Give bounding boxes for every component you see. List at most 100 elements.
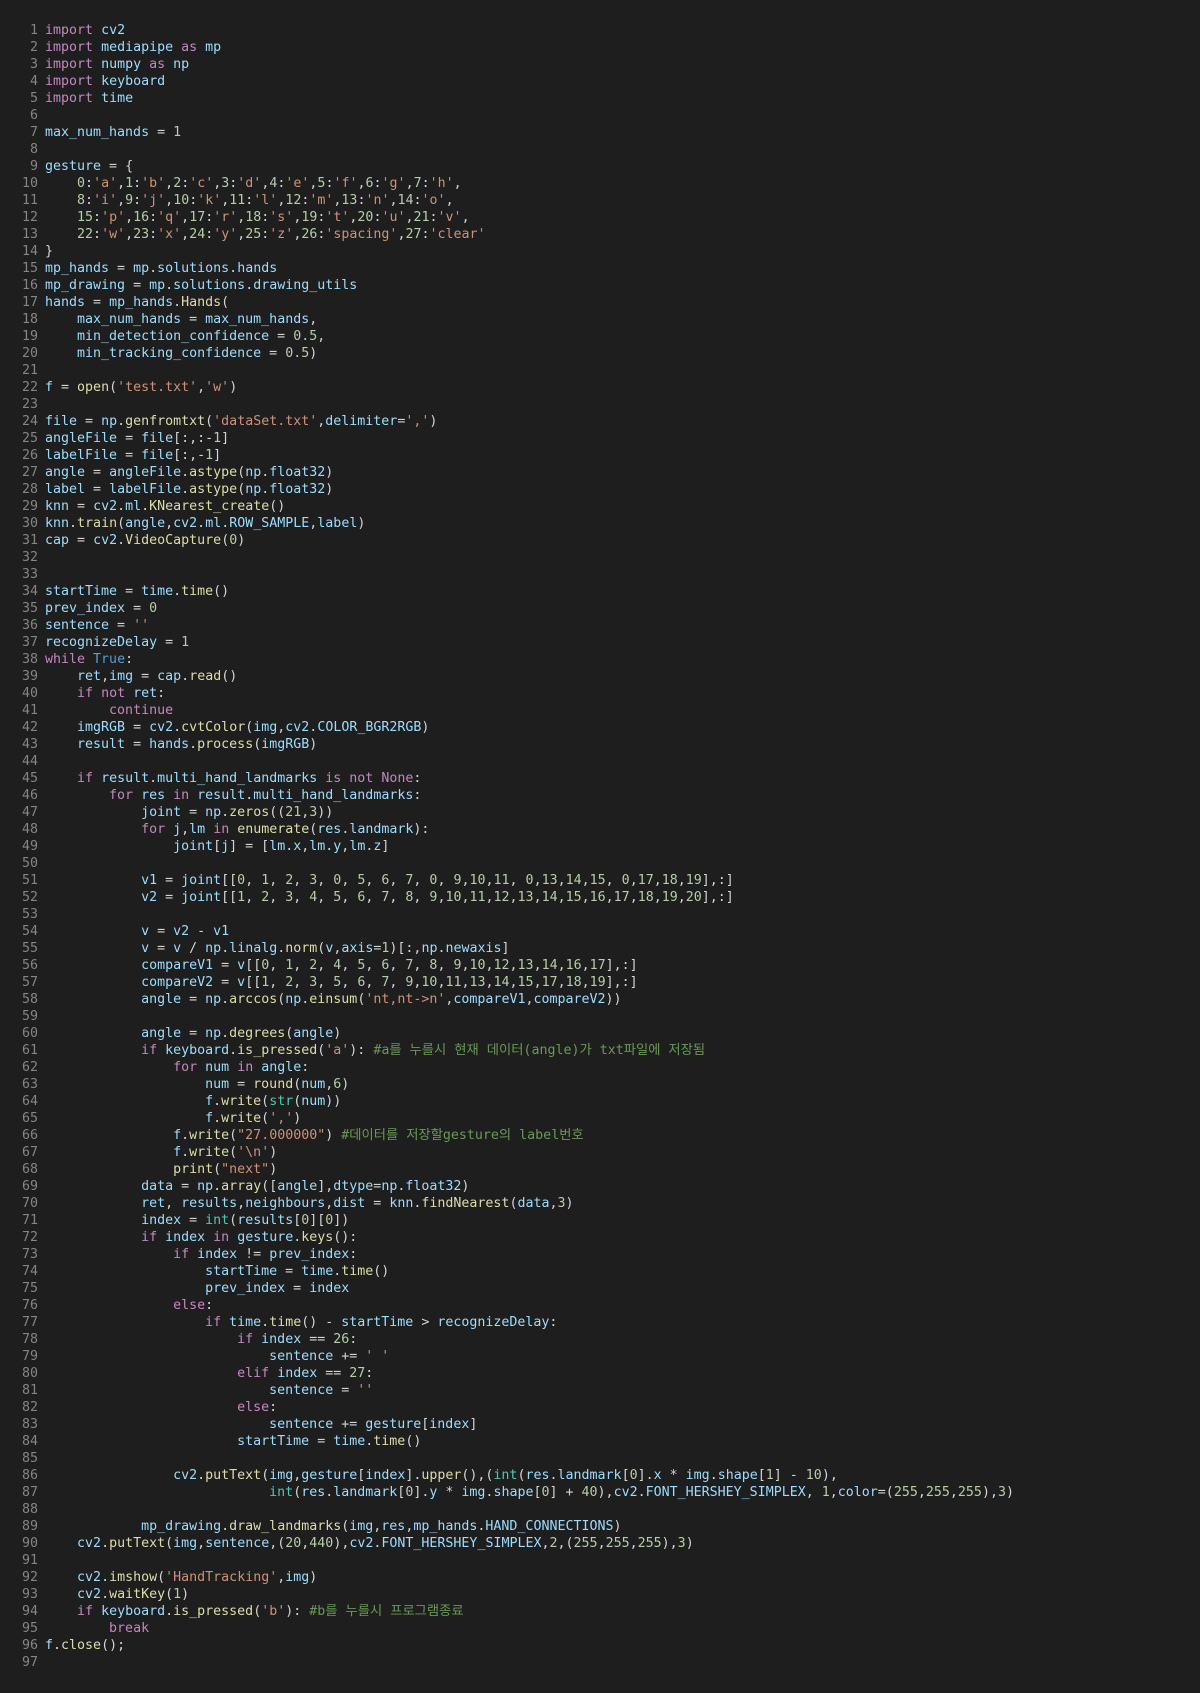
code-line[interactable]: 53 <box>0 906 1200 923</box>
code-line[interactable]: 90 cv2.putText(img,sentence,(20,440),cv2… <box>0 1535 1200 1552</box>
code-line[interactable]: 73 if index != prev_index: <box>0 1246 1200 1263</box>
code-line[interactable]: 32 <box>0 549 1200 566</box>
code-line[interactable]: 45 if result.multi_hand_landmarks is not… <box>0 770 1200 787</box>
code-line[interactable]: 3 import numpy as np <box>0 56 1200 73</box>
code-line[interactable]: 67 f.write('\n') <box>0 1144 1200 1161</box>
code-line[interactable]: 83 sentence += gesture[index] <box>0 1416 1200 1433</box>
code-line[interactable]: 34 startTime = time.time() <box>0 583 1200 600</box>
code-line[interactable]: 18 max_num_hands = max_num_hands, <box>0 311 1200 328</box>
code-line[interactable]: 60 angle = np.degrees(angle) <box>0 1025 1200 1042</box>
code-line[interactable]: 31 cap = cv2.VideoCapture(0) <box>0 532 1200 549</box>
code-line[interactable]: 70 ret, results,neighbours,dist = knn.fi… <box>0 1195 1200 1212</box>
code-line[interactable]: 28 label = labelFile.astype(np.float32) <box>0 481 1200 498</box>
code-line[interactable]: 96 f.close(); <box>0 1637 1200 1654</box>
code-line[interactable]: 64 f.write(str(num)) <box>0 1093 1200 1110</box>
code-line[interactable]: 84 startTime = time.time() <box>0 1433 1200 1450</box>
code-line[interactable]: 88 <box>0 1501 1200 1518</box>
code-line[interactable]: 82 else: <box>0 1399 1200 1416</box>
code-line[interactable]: 21 <box>0 362 1200 379</box>
code-line[interactable]: 59 <box>0 1008 1200 1025</box>
code-line[interactable]: 71 index = int(results[0][0]) <box>0 1212 1200 1229</box>
code-line[interactable]: 69 data = np.array([angle],dtype=np.floa… <box>0 1178 1200 1195</box>
code-line[interactable]: 58 angle = np.arccos(np.einsum('nt,nt->n… <box>0 991 1200 1008</box>
code-line[interactable]: 20 min_tracking_confidence = 0.5) <box>0 345 1200 362</box>
code-line[interactable]: 54 v = v2 - v1 <box>0 923 1200 940</box>
code-line[interactable]: 49 joint[j] = [lm.x,lm.y,lm.z] <box>0 838 1200 855</box>
code-line[interactable]: 46 for res in result.multi_hand_landmark… <box>0 787 1200 804</box>
code-line[interactable]: 81 sentence = '' <box>0 1382 1200 1399</box>
code-line[interactable]: 44 <box>0 753 1200 770</box>
code-line[interactable]: 95 break <box>0 1620 1200 1637</box>
code-line[interactable]: 91 <box>0 1552 1200 1569</box>
code-editor[interactable]: 1 import cv2 2 import mediapipe as mp 3 impor… <box>0 22 1200 1671</box>
code-line[interactable]: 77 if time.time() - startTime > recogniz… <box>0 1314 1200 1331</box>
code-line[interactable]: 63 num = round(num,6) <box>0 1076 1200 1093</box>
code-text: f.close(); <box>38 1637 125 1654</box>
code-line[interactable]: 12 15:'p',16:'q',17:'r',18:'s',19:'t',20… <box>0 209 1200 226</box>
code-line[interactable]: 30 knn.train(angle,cv2.ml.ROW_SAMPLE,labe… <box>0 515 1200 532</box>
code-line[interactable]: 50 <box>0 855 1200 872</box>
code-line[interactable]: 92 cv2.imshow('HandTracking',img) <box>0 1569 1200 1586</box>
code-line[interactable]: 38 while True: <box>0 651 1200 668</box>
code-line[interactable]: 15 mp_hands = mp.solutions.hands <box>0 260 1200 277</box>
code-line[interactable]: 72 if index in gesture.keys(): <box>0 1229 1200 1246</box>
code-line[interactable]: 16 mp_drawing = mp.solutions.drawing_util… <box>0 277 1200 294</box>
code-line[interactable]: 39 ret,img = cap.read() <box>0 668 1200 685</box>
code-line[interactable]: 26 labelFile = file[:,-1] <box>0 447 1200 464</box>
code-line[interactable]: 93 cv2.waitKey(1) <box>0 1586 1200 1603</box>
code-line[interactable]: 75 prev_index = index <box>0 1280 1200 1297</box>
code-line[interactable]: 27 angle = angleFile.astype(np.float32) <box>0 464 1200 481</box>
code-line[interactable]: 10 0:'a',1:'b',2:'c',3:'d',4:'e',5:'f',6… <box>0 175 1200 192</box>
code-line[interactable]: 47 joint = np.zeros((21,3)) <box>0 804 1200 821</box>
code-line[interactable]: 86 cv2.putText(img,gesture[index].upper(… <box>0 1467 1200 1484</box>
code-line[interactable]: 68 print("next") <box>0 1161 1200 1178</box>
code-line[interactable]: 19 min_detection_confidence = 0.5, <box>0 328 1200 345</box>
code-line[interactable]: 80 elif index == 27: <box>0 1365 1200 1382</box>
code-line[interactable]: 79 sentence += ' ' <box>0 1348 1200 1365</box>
code-line[interactable]: 8 <box>0 141 1200 158</box>
code-line[interactable]: 6 <box>0 107 1200 124</box>
code-line[interactable]: 7 max_num_hands = 1 <box>0 124 1200 141</box>
code-line[interactable]: 25 angleFile = file[:,:-1] <box>0 430 1200 447</box>
code-line[interactable]: 9 gesture = { <box>0 158 1200 175</box>
code-line[interactable]: 43 result = hands.process(imgRGB) <box>0 736 1200 753</box>
code-line[interactable]: 74 startTime = time.time() <box>0 1263 1200 1280</box>
code-line[interactable]: 62 for num in angle: <box>0 1059 1200 1076</box>
code-line[interactable]: 29 knn = cv2.ml.KNearest_create() <box>0 498 1200 515</box>
code-line[interactable]: 40 if not ret: <box>0 685 1200 702</box>
code-line[interactable]: 5 import time <box>0 90 1200 107</box>
code-line[interactable]: 57 compareV2 = v[[1, 2, 3, 5, 6, 7, 9,10… <box>0 974 1200 991</box>
code-line[interactable]: 2 import mediapipe as mp <box>0 39 1200 56</box>
code-line[interactable]: 94 if keyboard.is_pressed('b'): #b를 누를시 … <box>0 1603 1200 1620</box>
code-line[interactable]: 11 8:'i',9:'j',10:'k',11:'l',12:'m',13:'… <box>0 192 1200 209</box>
code-line[interactable]: 55 v = v / np.linalg.norm(v,axis=1)[:,np… <box>0 940 1200 957</box>
code-line[interactable]: 66 f.write("27.000000") #데이터를 저장할gesture… <box>0 1127 1200 1144</box>
code-line[interactable]: 13 22:'w',23:'x',24:'y',25:'z',26:'spaci… <box>0 226 1200 243</box>
code-line[interactable]: 85 <box>0 1450 1200 1467</box>
code-line[interactable]: 78 if index == 26: <box>0 1331 1200 1348</box>
code-line[interactable]: 97 <box>0 1654 1200 1671</box>
code-line[interactable]: 52 v2 = joint[[1, 2, 3, 4, 5, 6, 7, 8, 9… <box>0 889 1200 906</box>
code-line[interactable]: 56 compareV1 = v[[0, 1, 2, 4, 5, 6, 7, 8… <box>0 957 1200 974</box>
code-line[interactable]: 23 <box>0 396 1200 413</box>
code-line[interactable]: 4 import keyboard <box>0 73 1200 90</box>
code-line[interactable]: 33 <box>0 566 1200 583</box>
code-line[interactable]: 22 f = open('test.txt','w') <box>0 379 1200 396</box>
code-line[interactable]: 1 import cv2 <box>0 22 1200 39</box>
code-line[interactable]: 35 prev_index = 0 <box>0 600 1200 617</box>
code-line[interactable]: 37 recognizeDelay = 1 <box>0 634 1200 651</box>
code-line[interactable]: 42 imgRGB = cv2.cvtColor(img,cv2.COLOR_B… <box>0 719 1200 736</box>
code-line[interactable]: 36 sentence = '' <box>0 617 1200 634</box>
code-line[interactable]: 24 file = np.genfromtxt('dataSet.txt',del… <box>0 413 1200 430</box>
code-line[interactable]: 61 if keyboard.is_pressed('a'): #a를 누를시 … <box>0 1042 1200 1059</box>
code-line[interactable]: 51 v1 = joint[[0, 1, 2, 3, 0, 5, 6, 7, 0… <box>0 872 1200 889</box>
code-line[interactable]: 76 else: <box>0 1297 1200 1314</box>
code-line[interactable]: 89 mp_drawing.draw_landmarks(img,res,mp_… <box>0 1518 1200 1535</box>
code-line[interactable]: 65 f.write(',') <box>0 1110 1200 1127</box>
code-line[interactable]: 87 int(res.landmark[0].y * img.shape[0] … <box>0 1484 1200 1501</box>
code-line[interactable]: 41 continue <box>0 702 1200 719</box>
code-line[interactable]: 48 for j,lm in enumerate(res.landmark): <box>0 821 1200 838</box>
code-line[interactable]: 17 hands = mp_hands.Hands( <box>0 294 1200 311</box>
code-line[interactable]: 14} <box>0 243 1200 260</box>
